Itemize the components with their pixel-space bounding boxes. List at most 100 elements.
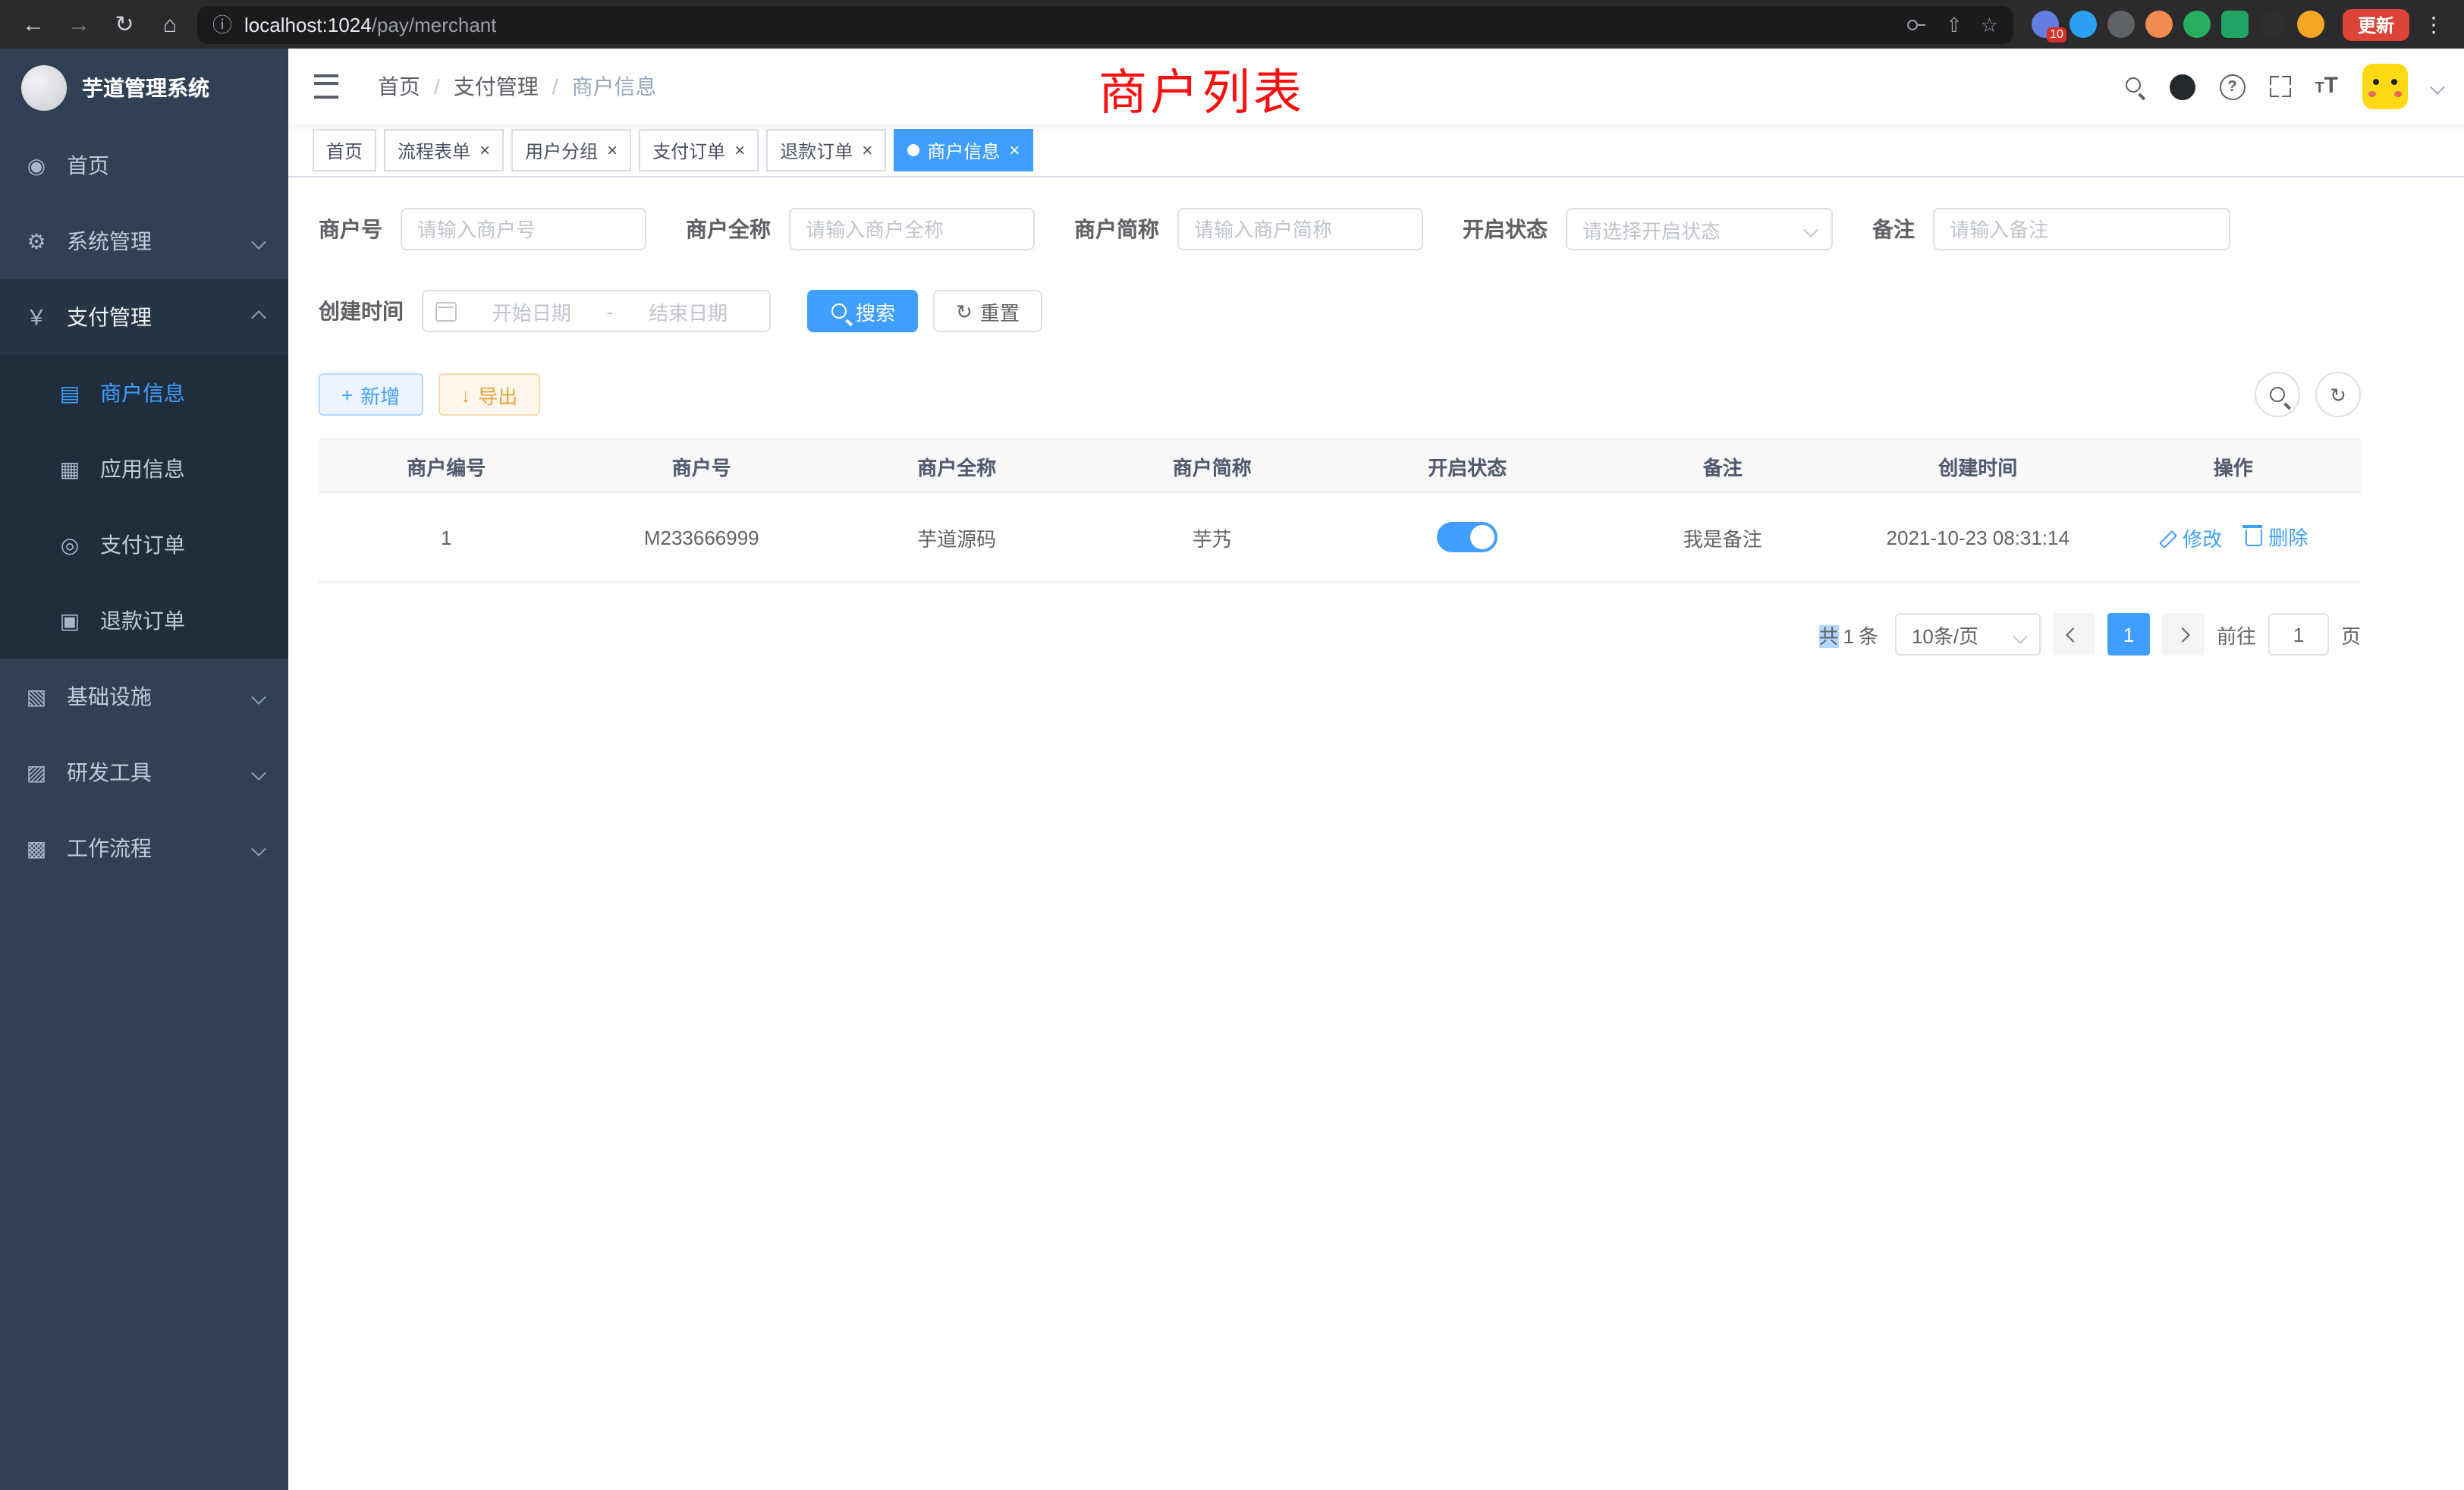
browser-profile-avatar[interactable] [2297,11,2324,38]
browser-reload-icon[interactable]: ↻ [106,6,143,42]
browser-toolbar: ← → ↻ ⌂ ⓘ localhost:1024/pay/merchant ⇧ … [0,0,2464,49]
password-key-icon[interactable] [1906,14,1928,35]
chevron-down-icon [251,234,266,249]
status-toggle[interactable] [1437,522,1498,552]
goto-page-input[interactable] [2268,613,2329,655]
merchant-no-input[interactable] [401,208,646,250]
extension-icon[interactable] [2107,11,2135,38]
sidebar-item-workflow[interactable]: ▩ 工作流程 [0,810,288,886]
font-size-icon[interactable]: TT [2315,73,2338,100]
trash-icon [2246,530,2262,547]
sidebar-item-merchant-info[interactable]: ▤ 商户信息 [0,355,288,431]
tab-pay-order[interactable]: 支付订单 × [639,129,759,171]
search-icon [830,302,848,320]
help-icon[interactable]: ? [2219,74,2245,99]
toggle-search-button[interactable] [2255,372,2300,417]
close-icon[interactable]: × [479,141,490,159]
address-bar[interactable]: ⓘ localhost:1024/pay/merchant ⇧ ☆ [197,5,2013,43]
extension-icon[interactable] [2070,11,2097,38]
active-tab-dot [907,144,919,156]
browser-back-icon[interactable]: ← [15,6,52,42]
short-name-input[interactable] [1177,208,1423,250]
extension-icon[interactable]: 10 [2032,11,2059,38]
refresh-table-button[interactable]: ↻ [2315,372,2361,417]
close-icon[interactable]: × [607,141,618,159]
sidebar-item-label: 首页 [67,150,109,181]
filter-status: 开启状态 请选择开启状态 [1463,208,1833,250]
sidebar-item-devtools[interactable]: ▨ 研发工具 [0,734,288,810]
merchant-table: 商户编号 商户号 商户全称 商户简称 开启状态 备注 创建时间 操作 1 [319,439,2361,583]
user-avatar[interactable] [2362,64,2408,109]
search-icon[interactable] [2123,76,2145,97]
sidebar-item-app-info[interactable]: ▦ 应用信息 [0,431,288,507]
extension-icon[interactable] [2145,11,2173,38]
sidebar-item-home[interactable]: ◉ 首页 [0,127,288,203]
url-path: /pay/merchant [372,13,497,36]
column-header: 开启状态 [1340,439,1595,492]
page-size-select[interactable]: 10条/页 [1895,613,2041,655]
close-icon[interactable]: × [734,141,745,159]
breadcrumb-item[interactable]: 首页 [378,71,420,102]
table-toolbar: + 新增 ↓ 导出 ↻ [319,372,2361,417]
status-select[interactable]: 请选择开启状态 [1566,208,1833,250]
export-button[interactable]: ↓ 导出 [438,373,540,416]
filter-full-name: 商户全称 [686,208,1035,250]
breadcrumb: 首页 / 支付管理 / 商户信息 [378,71,657,102]
add-button[interactable]: + 新增 [319,373,423,416]
sidebar-toggle-icon[interactable] [314,74,338,99]
gear-icon: ⚙ [24,228,49,254]
tab-merchant-info[interactable]: 商户信息 × [894,129,1033,171]
browser-forward-icon[interactable]: → [61,6,97,42]
tab-process-form[interactable]: 流程表单 × [384,129,504,171]
bookmark-star-icon[interactable]: ☆ [1981,14,1998,34]
column-header: 商户号 [574,439,830,492]
app-grid-icon: ▦ [58,456,82,482]
column-header: 备注 [1595,439,1851,492]
remark-input[interactable] [1933,208,2230,250]
extension-icon[interactable] [2221,11,2249,38]
full-name-input[interactable] [789,208,1035,250]
yen-icon: ￥ [24,302,49,332]
chevron-down-icon [251,841,266,856]
current-page-button[interactable]: 1 [2107,613,2150,655]
chrome-update-button[interactable]: 更新 [2343,8,2409,40]
sidebar-logo[interactable]: 芋道管理系统 [0,49,288,127]
sidebar-item-payment[interactable]: ￥ 支付管理 [0,279,288,355]
browser-home-icon[interactable]: ⌂ [152,6,188,42]
fullscreen-icon[interactable] [2269,76,2290,97]
sidebar-item-infrastructure[interactable]: ▧ 基础设施 [0,659,288,734]
close-icon[interactable]: × [1009,141,1020,159]
tab-refund-order[interactable]: 退款订单 × [766,129,886,171]
close-icon[interactable]: × [862,141,872,159]
share-icon[interactable]: ⇧ [1946,14,1963,34]
reset-button[interactable]: ↻ 重置 [933,290,1042,332]
delete-link[interactable]: 删除 [2246,522,2308,551]
tab-home[interactable]: 首页 [313,129,376,171]
extension-icon[interactable] [2259,11,2286,38]
tab-user-group[interactable]: 用户分组 × [511,129,631,171]
chevron-down-icon [1803,222,1818,237]
sidebar-item-system[interactable]: ⚙ 系统管理 [0,203,288,279]
column-header: 商户简称 [1085,439,1340,492]
github-icon[interactable] [2169,74,2195,99]
extension-icon[interactable] [2183,11,2211,38]
search-button[interactable]: 搜索 [807,290,918,332]
field-label: 开启状态 [1463,214,1548,244]
site-info-icon[interactable]: ⓘ [212,14,232,34]
breadcrumb-item-current: 商户信息 [572,71,657,102]
next-page-button[interactable] [2162,613,2205,655]
chevron-down-icon[interactable] [2430,79,2445,94]
page-unit: 页 [2341,620,2361,649]
sidebar-item-refund-order[interactable]: ▣ 退款订单 [0,583,288,659]
tags-view: 首页 流程表单 × 用户分组 × 支付订单 × 退款订单 × [288,124,2464,178]
column-header: 商户全称 [829,439,1085,492]
edit-link[interactable]: 修改 [2158,524,2222,553]
date-range-picker[interactable]: 开始日期 - 结束日期 [422,290,771,332]
cell-remark: 我是备注 [1595,492,1851,582]
breadcrumb-separator: / [434,74,440,99]
breadcrumb-item[interactable]: 支付管理 [454,71,539,102]
sidebar-item-pay-order[interactable]: ◎ 支付订单 [0,507,288,583]
browser-menu-icon[interactable]: ⋮ [2418,11,2449,37]
filter-merchant-no: 商户号 [319,208,646,250]
prev-page-button[interactable] [2053,613,2095,655]
